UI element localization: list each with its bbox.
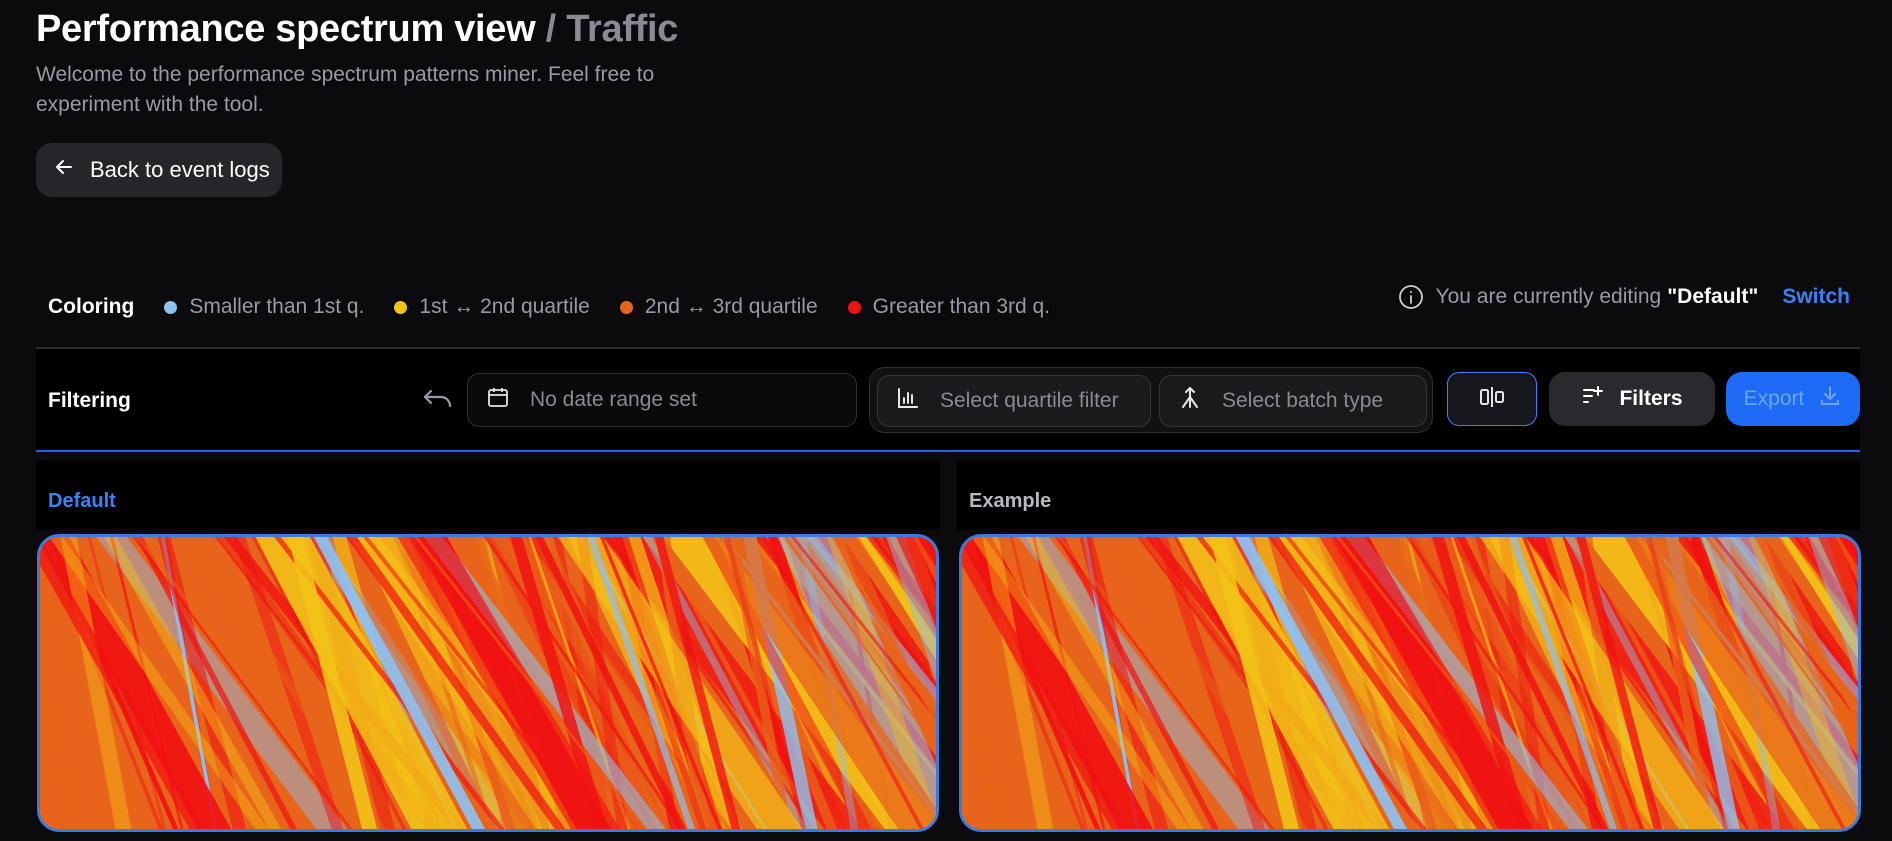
batch-type-select[interactable]: Select batch type [1159,375,1427,427]
performance-spectrum-example[interactable] [959,534,1861,832]
legend-item-q2-q3: 2nd ↔ 3rd quartile [619,295,818,319]
undo-icon[interactable] [422,385,454,413]
filters-button[interactable]: Filters [1549,372,1715,426]
legend-item-below-q1: Smaller than 1st q. [164,295,364,319]
quartile-filter-select[interactable]: Select quartile filter [877,375,1151,427]
batch-type-placeholder: Select batch type [1222,389,1384,412]
date-range-placeholder: No date range set [530,388,697,411]
panel-header-default[interactable]: Default [36,460,940,530]
panel-title: Default [48,490,116,512]
breadcrumb-current: Traffic [566,8,679,50]
breadcrumb-separator: / [545,8,557,50]
back-button-label: Back to event logs [90,157,270,182]
page-subtitle: Welcome to the performance spectrum patt… [36,63,655,116]
editing-profile-name: "Default" [1667,285,1759,308]
date-range-field[interactable]: No date range set [467,373,857,427]
legend-item-above-q3: Greater than 3rd q. [847,295,1051,319]
legend-dot-red [847,300,861,314]
panel-header-example[interactable]: Example [957,460,1860,530]
legend-label: 2nd ↔ 3rd quartile [644,295,818,318]
legend-label: 1st ↔ 2nd quartile [419,295,590,318]
legend-dot-yellow [394,300,408,314]
coloring-legend: Coloring Smaller than 1st q. 1st ↔ 2nd q… [48,292,1080,322]
info-icon [1398,284,1424,310]
legend-label: Smaller than 1st q. [189,295,365,318]
page-title-text: Performance spectrum view [36,8,536,50]
merge-icon [1178,386,1202,416]
legend-dot-orange [619,300,633,314]
filters-label: Filters [1619,387,1683,410]
switch-link[interactable]: Switch [1782,285,1850,309]
filtering-label: Filtering [48,389,131,412]
panel-title: Example [969,490,1052,512]
legend-dot-blue [164,300,178,314]
legend-label: Greater than 3rd q. [872,295,1051,318]
filter-select-group: Select quartile filter Select batch type [869,367,1433,433]
bar-chart-icon [896,386,920,416]
export-label: Export [1743,387,1805,410]
editing-status: You are currently editing "Default" Swit… [1398,282,1850,312]
filtering-bar: Filtering No date range set Select quart… [36,349,1860,452]
editing-prefix: You are currently editing [1435,285,1662,308]
calendar-icon [486,385,510,415]
split-view-icon [1478,385,1506,414]
performance-spectrum-default[interactable] [37,534,939,832]
quartile-filter-placeholder: Select quartile filter [940,389,1119,412]
page-title: Performance spectrum view / Traffic [36,8,678,51]
legend-item-q1-q2: 1st ↔ 2nd quartile [394,295,590,319]
download-icon [1818,384,1842,414]
spectrum-canvas [962,537,1858,829]
coloring-label: Coloring [48,295,135,318]
spectrum-canvas [40,537,936,829]
export-button[interactable]: Export [1726,372,1860,426]
back-to-event-logs-button[interactable]: Back to event logs [36,143,282,197]
compare-toggle-button[interactable] [1447,372,1537,426]
arrow-left-icon [54,157,74,183]
filter-add-icon [1581,384,1605,414]
